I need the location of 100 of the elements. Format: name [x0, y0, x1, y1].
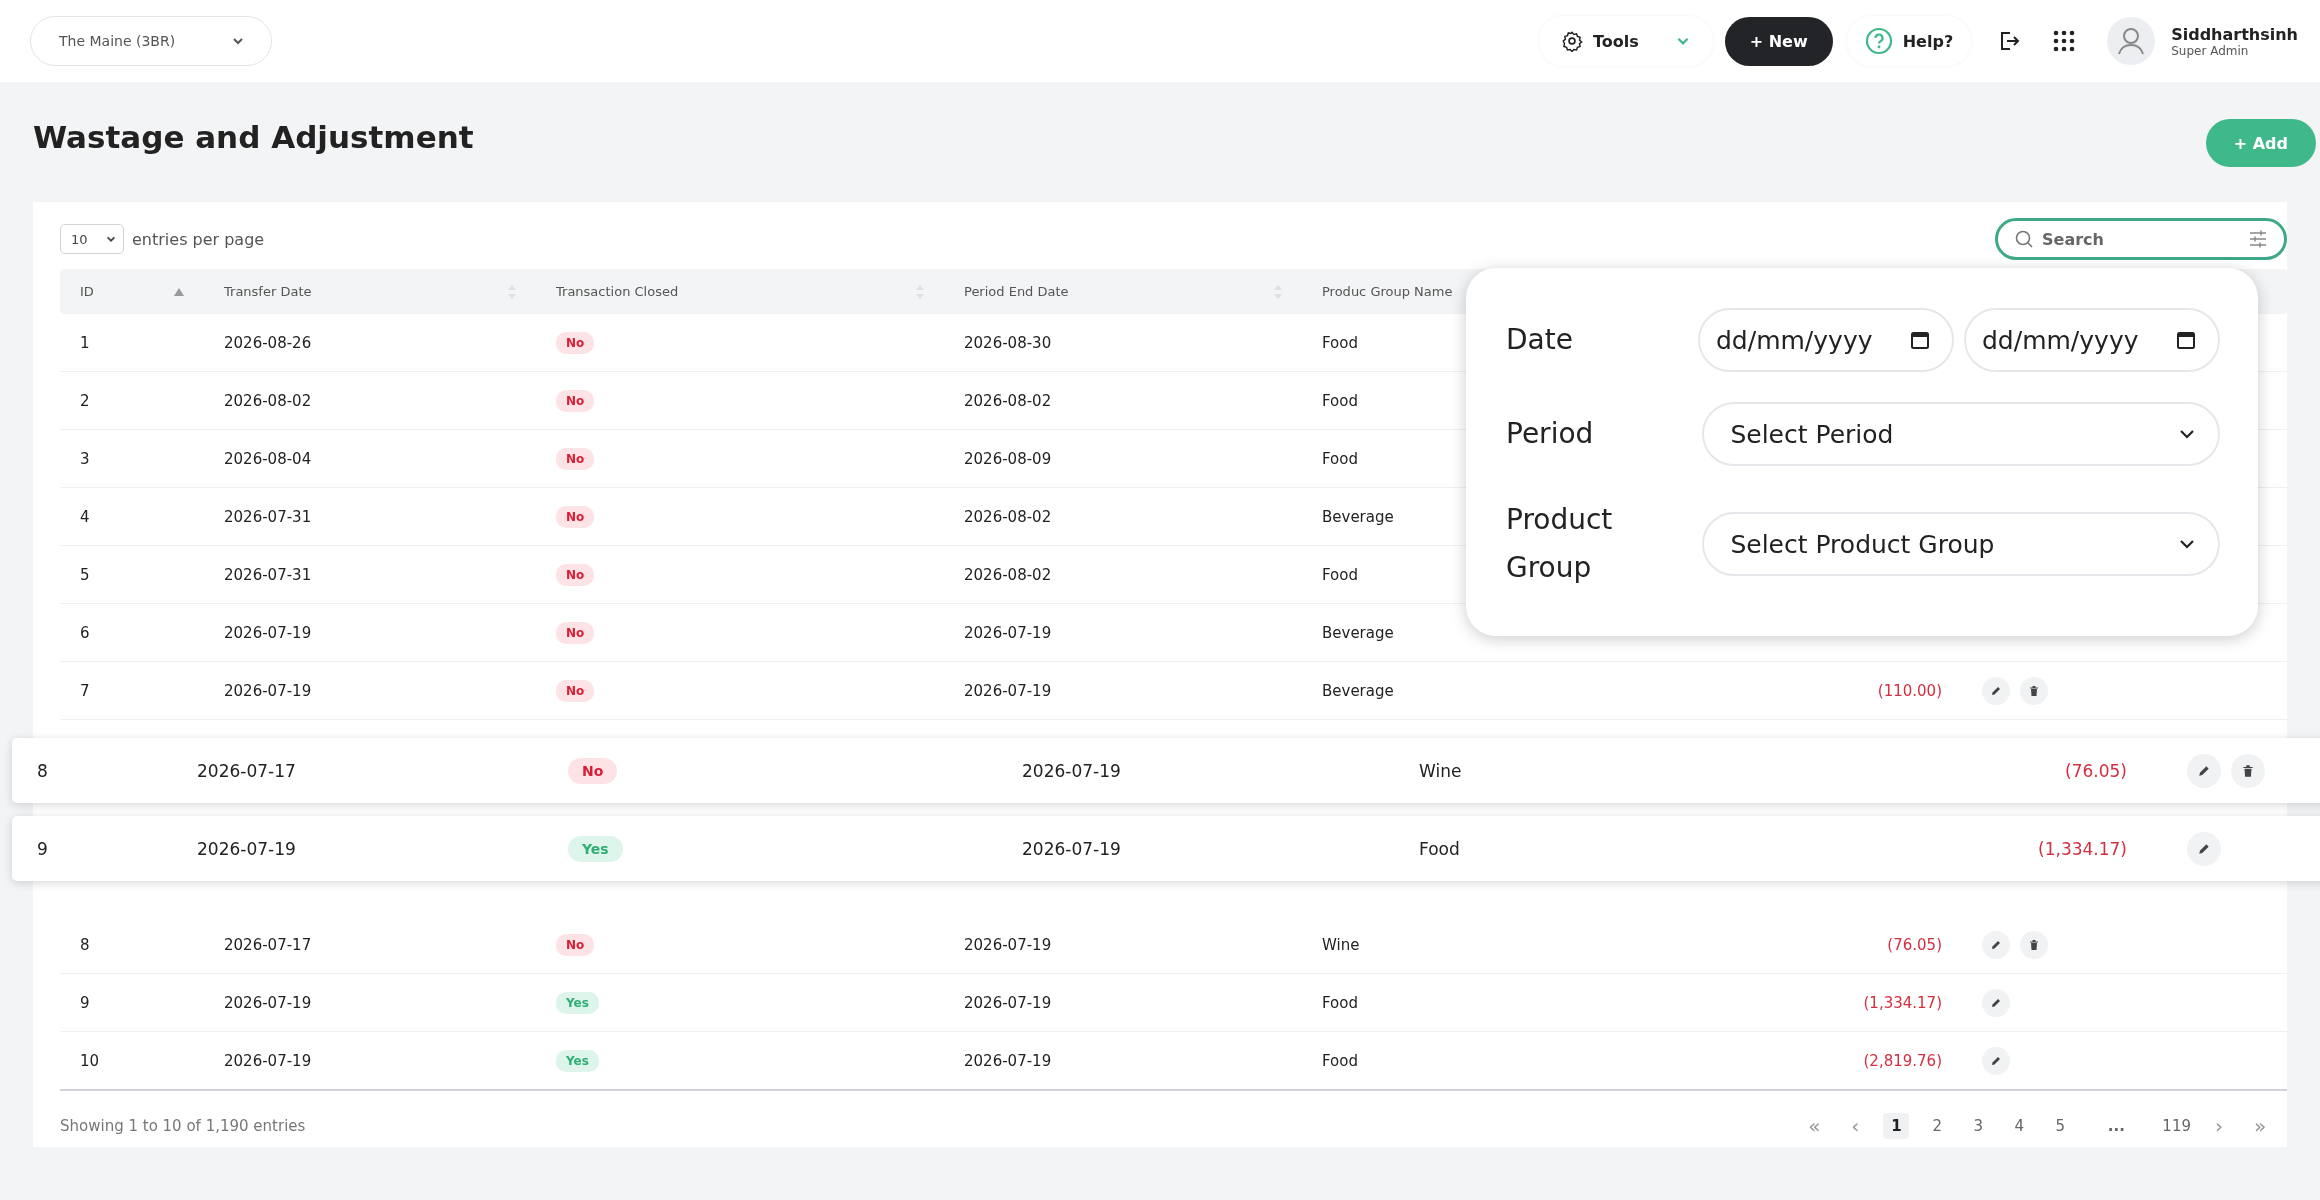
tools-button[interactable]: Tools: [1538, 16, 1713, 66]
status-badge: No: [556, 563, 595, 586]
status-badge: No: [556, 331, 595, 354]
filter-label: Period: [1506, 416, 1595, 452]
entries-summary: Showing 1 to 10 of 1,190 entries: [60, 1117, 306, 1135]
help-icon: [1864, 27, 1893, 55]
table-cell-text: Food: [1321, 333, 1358, 352]
page-title: Wastage and Adjustment: [33, 119, 474, 155]
user-name: Siddharthsinh: [2171, 24, 2298, 44]
entries-label: entries per page: [132, 229, 265, 249]
status-badge: Yes: [556, 1049, 599, 1072]
table-cell-text: 3: [79, 449, 90, 468]
apps-grid-icon[interactable]: [2053, 30, 2076, 52]
column-header[interactable]: Transfer Date: [224, 284, 312, 299]
amount-cell: (76.05): [2065, 760, 2127, 781]
page-link[interactable]: 4: [2006, 1113, 2033, 1139]
table-cell-text: 2026-07-19: [963, 993, 1052, 1012]
table-cell-text: 9: [36, 838, 48, 859]
amount-cell: (1,334.17): [1863, 993, 1942, 1012]
table-cell-text: 2026-08-09: [963, 449, 1052, 468]
column-header[interactable]: Transaction Closed: [556, 284, 679, 299]
table-cell-text: 7: [79, 681, 90, 700]
table-cell-text: 6: [79, 623, 90, 642]
avatar-icon[interactable]: [2107, 17, 2156, 65]
page-link[interactable]: 5: [2047, 1113, 2074, 1139]
table-cell-text: 2026-07-19: [223, 623, 312, 642]
sort-ascending-icon[interactable]: [174, 287, 184, 296]
table-cell-text: Food: [1321, 993, 1358, 1012]
edit-icon[interactable]: [1982, 988, 2010, 1017]
edit-icon[interactable]: [1982, 930, 2010, 959]
search-field[interactable]: Search: [1995, 218, 2287, 260]
page-size-select[interactable]: 10: [60, 224, 124, 254]
table-cell-text: 2026-07-19: [223, 993, 312, 1012]
table-cell-text: Food: [1321, 565, 1358, 584]
table-cell-text: 2026-07-31: [223, 507, 312, 526]
column-header[interactable]: Produc Group Name: [1322, 284, 1453, 299]
status-badge: No: [556, 679, 595, 702]
amount-cell: (76.05): [1887, 935, 1942, 954]
page-link[interactable]: 119: [2162, 1113, 2191, 1139]
table-cell-text: 2026-07-17: [223, 935, 312, 954]
table-cell-text: 9: [79, 993, 90, 1012]
table-cell-text: 2026-08-26: [223, 333, 312, 352]
table-cell-text: 4: [79, 507, 90, 526]
table-cell-text: 10: [79, 1051, 100, 1070]
table-cell-text: 2026-07-19: [223, 1051, 312, 1070]
edit-icon[interactable]: [2187, 753, 2221, 788]
select-field[interactable]: Select Product Group: [1702, 512, 2220, 576]
filter-sliders-icon[interactable]: [2248, 229, 2268, 249]
page-link[interactable]: 1: [1883, 1113, 1910, 1139]
table-cell-text: Beverage: [1321, 623, 1394, 642]
calendar-icon[interactable]: [2176, 330, 2196, 350]
date-field[interactable]: dd/mm/yyyy: [1964, 308, 2220, 372]
delete-icon[interactable]: [2231, 753, 2265, 788]
table-cell-text: Food: [1321, 391, 1358, 410]
status-badge: No: [556, 389, 595, 412]
select-field[interactable]: Select Period: [1702, 402, 2220, 466]
new-button[interactable]: + New: [1724, 16, 1833, 66]
table-cell-text: 2026-08-02: [223, 391, 312, 410]
page-link[interactable]: 3: [1965, 1113, 1992, 1139]
table-cell-text: Food: [1321, 1051, 1358, 1070]
floating-row[interactable]: 8 2026-07-17 No 2026-07-19 Wine (76.05): [12, 738, 2320, 803]
edit-icon[interactable]: [1982, 1046, 2010, 1075]
column-header[interactable]: ID: [80, 284, 94, 299]
delete-icon[interactable]: [2020, 676, 2048, 705]
table-cell-text: 2026-08-02: [963, 565, 1052, 584]
table-cell-text: 5: [79, 565, 90, 584]
date-field[interactable]: dd/mm/yyyy: [1698, 308, 1954, 372]
filter-label: Date: [1506, 322, 1574, 358]
table-cell-text: 2026-07-19: [963, 681, 1052, 700]
floating-row[interactable]: 9 2026-07-19 Yes 2026-07-19 Food (1,334.17): [12, 816, 2320, 881]
edit-icon[interactable]: [2187, 831, 2221, 866]
page-link[interactable]: 2: [1924, 1113, 1951, 1139]
status-badge: No: [556, 621, 595, 644]
status-badge: No: [568, 757, 618, 784]
table-cell-text: 8: [36, 760, 48, 781]
gear-icon: [1560, 30, 1583, 52]
amount-cell: (2,819.76): [1863, 1051, 1942, 1070]
delete-icon[interactable]: [2020, 930, 2048, 959]
edit-icon[interactable]: [1982, 676, 2010, 705]
status-badge: Yes: [556, 991, 599, 1014]
table-cell-text: 2026-07-31: [223, 565, 312, 584]
table-cell-text: 2026-07-19: [963, 935, 1052, 954]
table-cell-text: Wine: [1321, 935, 1360, 954]
help-button[interactable]: Help?: [1846, 16, 1972, 66]
table-cell-text: 2026-07-19: [963, 1051, 1052, 1070]
table-cell-text: 2026-07-19: [223, 681, 312, 700]
search-icon: [2014, 229, 2034, 249]
table-cell-text: Food: [1321, 449, 1358, 468]
calendar-icon[interactable]: [1910, 330, 1930, 350]
status-badge: No: [556, 505, 595, 528]
table-cell-text: 2026-07-17: [196, 760, 296, 781]
status-badge: No: [556, 933, 595, 956]
user-role: Super Admin: [2171, 43, 2250, 58]
status-badge: Yes: [568, 835, 623, 862]
location-select[interactable]: The Maine (3BR): [30, 16, 272, 66]
column-header[interactable]: Period End Date: [964, 284, 1069, 299]
table-cell-text: 2026-08-02: [963, 507, 1052, 526]
table-cell-text: Beverage: [1321, 681, 1394, 700]
table-cell-text: Beverage: [1321, 507, 1394, 526]
table-cell-text: 2: [79, 391, 90, 410]
